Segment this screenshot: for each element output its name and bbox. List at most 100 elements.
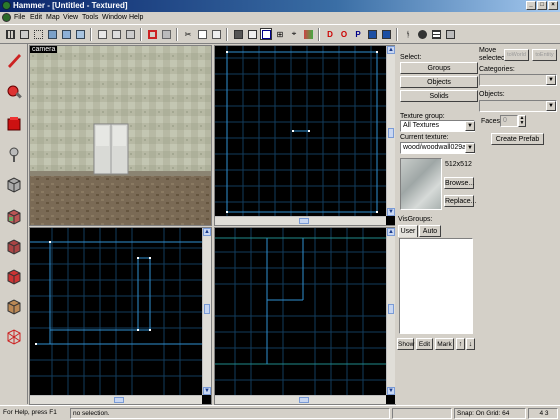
arrow-down-icon[interactable]: ↓ <box>466 338 475 350</box>
menu-map[interactable]: Map <box>46 14 60 21</box>
texture-preview <box>400 158 442 210</box>
scale-icon[interactable] <box>246 28 258 40</box>
lighting-icon[interactable] <box>302 28 314 40</box>
clip-icon[interactable] <box>146 28 158 40</box>
viewport-label[interactable]: camera <box>30 46 58 53</box>
vertex-tool-icon[interactable] <box>2 324 25 347</box>
snap-status: Snap: On Grid: 64 <box>454 408 526 419</box>
faces-stepper[interactable]: ▲ ▼ <box>518 115 526 127</box>
tab-auto[interactable]: Auto <box>419 225 441 237</box>
tab-user[interactable]: User <box>398 225 418 237</box>
camera-viewport[interactable]: camera <box>29 45 212 226</box>
hammer-app-icon <box>2 1 11 10</box>
ungroup-icon[interactable] <box>74 28 86 40</box>
help-text: For Help, press F1 <box>3 409 57 416</box>
mark-button[interactable]: Mark <box>435 338 454 350</box>
menu-help[interactable]: Help <box>129 14 143 21</box>
browse-button[interactable]: Browse... <box>444 177 474 189</box>
maximize-icon[interactable]: □ <box>537 1 547 10</box>
selection-tool-icon[interactable] <box>2 48 25 71</box>
edit-button[interactable]: Edit <box>416 338 433 350</box>
objects-dropdown[interactable]: ▼ <box>479 100 557 112</box>
show-button[interactable]: Show <box>397 338 414 350</box>
groups-button[interactable]: Groups <box>400 62 478 74</box>
front-grid <box>30 228 202 395</box>
group-icon[interactable] <box>60 28 72 40</box>
scroll-thumb[interactable] <box>299 218 309 224</box>
faces-input[interactable]: 0 <box>500 115 518 127</box>
vertical-scrollbar[interactable]: ▲ ▼ <box>202 228 211 395</box>
chevron-down-icon[interactable]: ▼ <box>465 121 475 131</box>
cube-icon[interactable] <box>160 28 172 40</box>
apply-texture-icon[interactable] <box>2 234 25 257</box>
visgroups-list[interactable] <box>399 238 473 334</box>
visgroups-label: VisGroups: <box>398 216 433 223</box>
scroll-thumb[interactable] <box>299 397 309 403</box>
spare-status <box>392 408 452 419</box>
paste-icon[interactable] <box>210 28 222 40</box>
menu-view[interactable]: View <box>63 14 78 21</box>
scroll-thumb[interactable] <box>388 304 394 314</box>
vertical-scrollbar[interactable]: ▲ ▼ <box>386 228 395 395</box>
texture-tool-icon[interactable] <box>2 204 25 227</box>
magnify-tool-icon[interactable] <box>2 80 25 103</box>
carve-icon[interactable] <box>110 28 122 40</box>
to-entity-button[interactable]: toEntity <box>532 49 557 61</box>
entity-tool-icon[interactable]: ᚬ <box>402 28 414 40</box>
cut-icon[interactable]: ✂ <box>182 28 194 40</box>
select-icon[interactable] <box>260 28 272 40</box>
current-texture-dropdown[interactable]: wood/woodwall029a <box>400 142 475 154</box>
path-icon[interactable]: P <box>352 28 364 40</box>
horizontal-scrollbar[interactable] <box>215 216 386 225</box>
texture-lock-icon[interactable] <box>232 28 244 40</box>
dotted-grid-icon[interactable] <box>32 28 44 40</box>
arrow-up-icon[interactable]: ↑ <box>456 338 465 350</box>
replace-button[interactable]: Replace... <box>444 195 477 207</box>
clipping-tool-icon[interactable] <box>2 294 25 317</box>
properties-icon[interactable] <box>430 28 442 40</box>
decal-tool-icon[interactable] <box>2 264 25 287</box>
camera-tool-icon[interactable] <box>2 112 25 135</box>
solids-button[interactable]: Solids <box>400 90 478 102</box>
tool-palette <box>0 44 28 404</box>
document-icon[interactable] <box>2 13 11 22</box>
horizontal-scrollbar[interactable] <box>215 395 386 404</box>
entity-tool-icon[interactable] <box>2 142 25 165</box>
side-2d-viewport[interactable]: ▲ ▼ <box>214 227 396 405</box>
top-2d-viewport[interactable]: ▲ ▼ <box>214 45 396 226</box>
scroll-thumb[interactable] <box>114 397 124 403</box>
overlay-icon[interactable]: O <box>338 28 350 40</box>
horizontal-scrollbar[interactable] <box>30 395 202 404</box>
texture-group-dropdown[interactable]: All Textures <box>400 120 475 132</box>
menu-tools[interactable]: Tools <box>82 14 98 21</box>
grid-icon[interactable] <box>4 28 16 40</box>
rotate-icon[interactable]: ⌖ <box>288 28 300 40</box>
vertical-scrollbar[interactable]: ▲ ▼ <box>386 46 395 216</box>
decal-icon[interactable]: D <box>324 28 336 40</box>
objects-button[interactable]: Objects <box>400 76 478 88</box>
front-2d-viewport[interactable]: ▲ ▼ <box>29 227 212 405</box>
scroll-thumb[interactable] <box>204 304 210 314</box>
menu-file[interactable]: File <box>14 14 25 21</box>
cordon-icon[interactable] <box>366 28 378 40</box>
run-map-icon[interactable] <box>416 28 428 40</box>
chevron-down-icon[interactable]: ▼ <box>465 143 475 153</box>
menu-edit[interactable]: Edit <box>30 14 42 21</box>
block-tool-icon[interactable] <box>2 172 25 195</box>
vertex-icon[interactable]: ⊞ <box>274 28 286 40</box>
hollow-icon[interactable] <box>124 28 136 40</box>
minimize-icon[interactable]: _ <box>526 1 536 10</box>
create-prefab-button[interactable]: Create Prefab <box>491 133 544 145</box>
entity-icon[interactable] <box>96 28 108 40</box>
categories-dropdown[interactable]: ▼ <box>479 74 557 86</box>
grid-size-icon[interactable] <box>444 28 456 40</box>
scroll-thumb[interactable] <box>388 128 394 138</box>
camera-icon[interactable] <box>380 28 392 40</box>
hide-items-icon[interactable] <box>46 28 58 40</box>
status-bar: For Help, press F1 no selection. Snap: O… <box>0 405 560 420</box>
close-icon[interactable]: × <box>548 1 558 10</box>
menu-window[interactable]: Window <box>102 14 127 21</box>
to-world-button[interactable]: toWorld <box>504 49 529 61</box>
grid-3d-icon[interactable] <box>18 28 30 40</box>
copy-icon[interactable] <box>196 28 208 40</box>
